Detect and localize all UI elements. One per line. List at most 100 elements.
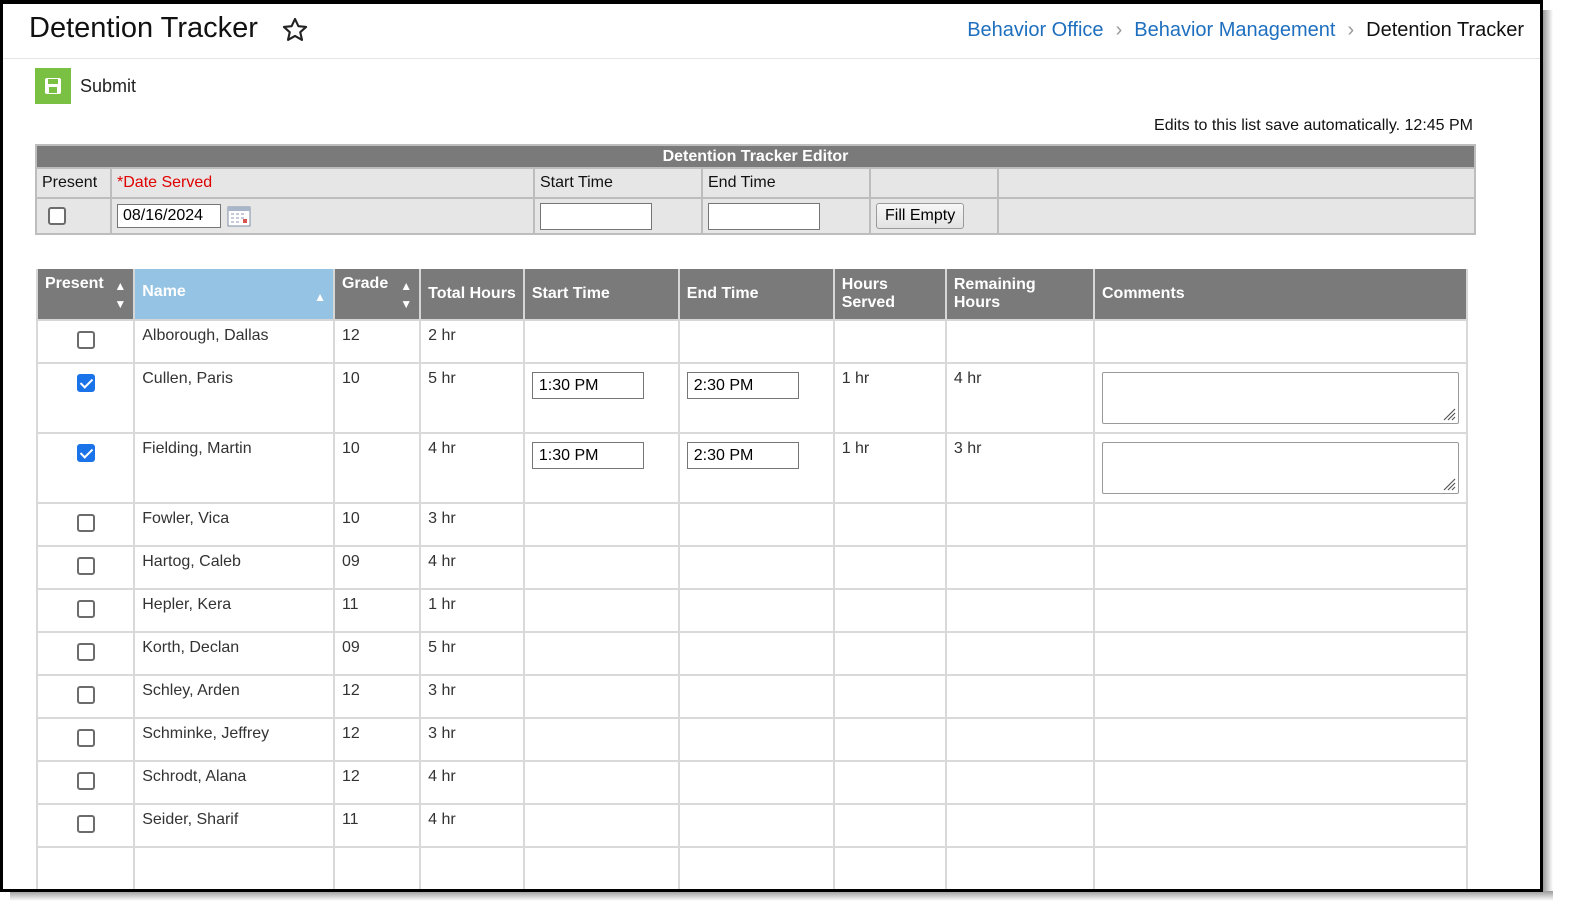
detention-roster-table: Present ▲ ▼ Name ▲ Grade ▲ ▼ Total Hours Star… [35, 269, 1468, 889]
submit-button[interactable]: Submit [35, 68, 136, 104]
remaining-hours: 4 hr [944, 362, 1096, 434]
editor-empty-cell [869, 167, 999, 199]
total-hours: 5 hr [419, 631, 525, 676]
chevron-right-icon: › [1347, 19, 1355, 41]
column-header-total-hours[interactable]: Total Hours [419, 269, 525, 321]
total-hours: 3 hr [419, 502, 525, 547]
total-hours: 4 hr [419, 545, 525, 590]
student-name: Fielding, Martin [133, 432, 335, 504]
end-time-input[interactable] [686, 442, 799, 469]
start-time-input[interactable] [531, 372, 644, 399]
editor-present-label: Present [35, 167, 112, 199]
total-hours: 4 hr [419, 760, 525, 805]
student-grade: 12 [332, 760, 422, 805]
column-header-hours-served[interactable]: Hours Served [832, 269, 947, 321]
comments-textarea[interactable] [1102, 372, 1459, 424]
student-grade: 12 [332, 717, 422, 762]
column-header-grade[interactable]: Grade ▲ ▼ [332, 269, 422, 321]
table-row: Schrodt, Alana 12 4 hr [35, 760, 1468, 805]
student-grade: 11 [332, 803, 422, 848]
breadcrumb-current: Detention Tracker [1366, 19, 1524, 41]
date-served-input[interactable] [117, 204, 221, 228]
editor-start-time-input[interactable] [540, 202, 652, 230]
calendar-icon[interactable] [227, 205, 251, 227]
save-icon [35, 68, 71, 104]
editor-end-time-input[interactable] [708, 202, 820, 230]
comments-textarea[interactable] [1102, 442, 1459, 494]
student-grade: 10 [332, 502, 422, 547]
submit-label: Submit [80, 75, 137, 96]
end-time-input[interactable] [686, 372, 799, 399]
editor-start-label: Start Time [533, 167, 703, 199]
page-header: Detention Tracker Behavior Office › Beha… [3, 4, 1540, 59]
student-name: Schrodt, Alana [133, 760, 335, 805]
table-row: Hartog, Caleb 09 4 hr [35, 545, 1468, 590]
student-name: Fowler, Vica [133, 502, 335, 547]
table-row: Fowler, Vica 10 3 hr [35, 502, 1468, 547]
sort-icon: ▲ ▼ [400, 279, 413, 311]
breadcrumb-behavior-management[interactable]: Behavior Management [1134, 19, 1335, 42]
total-hours: 4 hr [419, 803, 525, 848]
column-header-start-time[interactable]: Start Time [522, 269, 680, 321]
table-row: Seider, Sharif 11 4 hr [35, 803, 1468, 848]
present-checkbox[interactable] [76, 686, 95, 704]
present-checkbox[interactable] [76, 514, 95, 532]
hours-served: 1 hr [832, 432, 947, 504]
start-time-input[interactable] [531, 442, 644, 469]
column-header-name[interactable]: Name ▲ [133, 269, 335, 321]
column-header-present[interactable]: Present ▲ ▼ [35, 269, 136, 321]
student-grade: 09 [332, 545, 422, 590]
star-icon[interactable] [281, 16, 309, 44]
resize-handle-icon[interactable] [1442, 407, 1456, 421]
total-hours: 3 hr [419, 674, 525, 719]
present-checkbox[interactable] [76, 815, 95, 833]
hours-served: 1 hr [832, 362, 947, 434]
student-name: Hepler, Kera [133, 588, 335, 633]
table-row: Korth, Declan 09 5 hr [35, 631, 1468, 676]
remaining-hours: 3 hr [944, 432, 1096, 504]
student-grade: 12 [332, 319, 422, 364]
student-grade: 10 [332, 432, 422, 504]
student-grade: 11 [332, 588, 422, 633]
present-checkbox[interactable] [76, 374, 95, 392]
column-header-remaining-hours[interactable]: Remaining Hours [944, 269, 1096, 321]
breadcrumb-behavior-office[interactable]: Behavior Office [967, 19, 1103, 42]
editor-date-label: *Date Served [110, 167, 535, 199]
table-row: Schminke, Jeffrey 12 3 hr [35, 717, 1468, 762]
editor-empty-cell [997, 197, 1476, 235]
editor-end-label: End Time [701, 167, 871, 199]
table-row: Hepler, Kera 11 1 hr [35, 588, 1468, 633]
app-window: Detention Tracker Behavior Office › Beha… [0, 0, 1543, 892]
editor-present-checkbox[interactable] [48, 206, 66, 225]
column-header-end-time[interactable]: End Time [677, 269, 835, 321]
detention-tracker-editor: Detention Tracker Editor Present *Date S… [35, 144, 1476, 235]
table-row: Alborough, Dallas 12 2 hr [35, 319, 1468, 364]
total-hours: 3 hr [419, 717, 525, 762]
total-hours: 2 hr [419, 319, 525, 364]
present-checkbox[interactable] [76, 729, 95, 747]
present-checkbox[interactable] [76, 772, 95, 790]
table-row: Cullen, Paris 10 5 hr 1 hr 4 hr [35, 362, 1468, 434]
table-row: Fielding, Martin 10 4 hr 1 hr 3 hr [35, 432, 1468, 504]
total-hours: 1 hr [419, 588, 525, 633]
table-row [35, 846, 1468, 889]
present-checkbox[interactable] [76, 600, 95, 618]
date-served-label: Date Served [123, 174, 213, 191]
editor-empty-cell [997, 167, 1476, 199]
autosave-status: Edits to this list save automatically. 1… [1154, 117, 1473, 134]
fill-empty-button[interactable]: Fill Empty [876, 203, 965, 229]
resize-handle-icon[interactable] [1442, 477, 1456, 491]
student-grade: 10 [332, 362, 422, 434]
present-checkbox[interactable] [76, 444, 95, 462]
present-checkbox[interactable] [76, 643, 95, 661]
present-checkbox[interactable] [76, 557, 95, 575]
chevron-right-icon: › [1115, 19, 1123, 41]
present-checkbox[interactable] [76, 331, 95, 349]
column-header-comments[interactable]: Comments [1093, 269, 1468, 321]
student-name: Schminke, Jeffrey [133, 717, 335, 762]
editor-title: Detention Tracker Editor [35, 144, 1476, 169]
sort-ascending-icon: ▲ [314, 289, 326, 304]
total-hours: 4 hr [419, 432, 525, 504]
student-name: Alborough, Dallas [133, 319, 335, 364]
student-name: Korth, Declan [133, 631, 335, 676]
